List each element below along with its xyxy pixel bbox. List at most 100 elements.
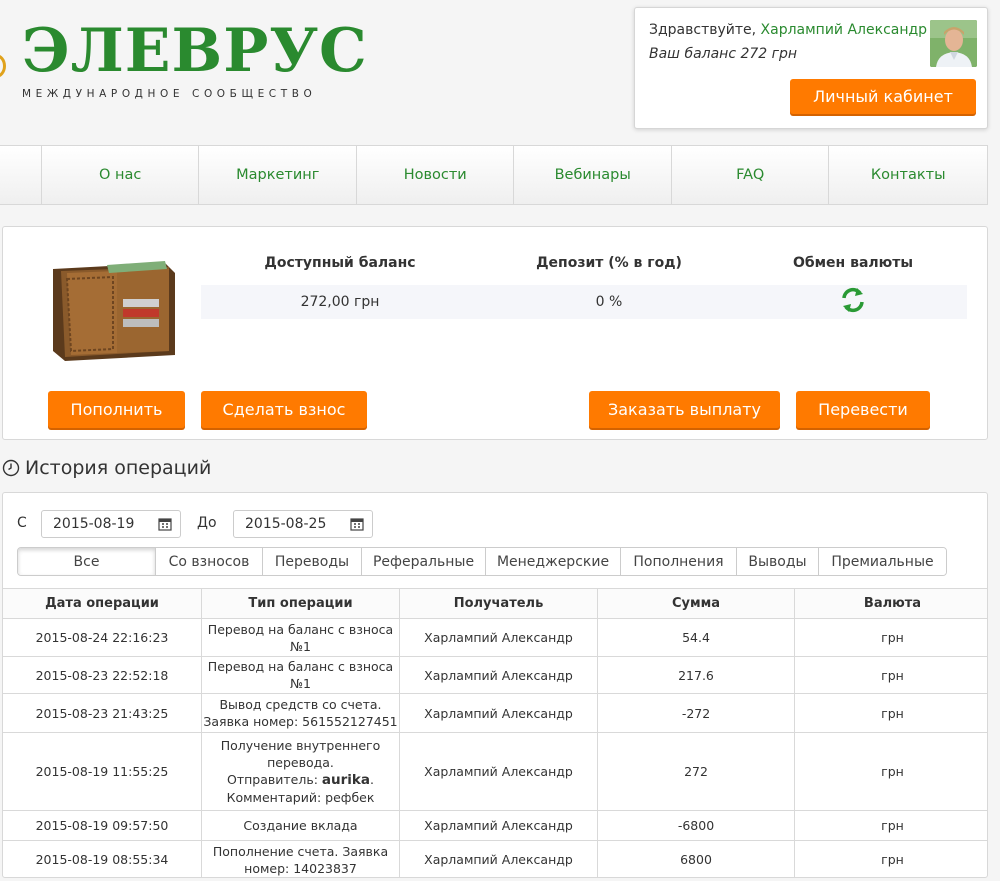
transfer-button[interactable]: Перевести: [796, 391, 930, 428]
tab-withdrawals[interactable]: Выводы: [737, 548, 819, 575]
exchange-label: Обмен валюты: [792, 255, 914, 271]
personal-cabinet-button[interactable]: Личный кабинет: [790, 79, 976, 114]
cell-recipient: Харлампий Александр: [399, 618, 598, 657]
tab-premium[interactable]: Премиальные: [819, 548, 946, 575]
currency-exchange-icon[interactable]: [839, 286, 867, 314]
deposit-label: Депозит (% в год): [536, 255, 682, 271]
cell-recipient: Харлампий Александр: [399, 693, 598, 733]
avatar[interactable]: [930, 20, 977, 67]
logo-emblem-icon: [0, 54, 6, 78]
type-line: .: [370, 772, 374, 787]
from-date-value: 2015-08-19: [53, 516, 135, 532]
col-header-amount[interactable]: Сумма: [597, 588, 795, 619]
greeting-text: Здравствуйте,: [649, 22, 757, 38]
tab-transfers[interactable]: Переводы: [263, 548, 362, 575]
user-name-link[interactable]: Харлампий Александр: [761, 22, 928, 38]
cell-currency: грн: [794, 656, 987, 694]
cell-type: Перевод на баланс с взноса №1: [201, 656, 400, 694]
available-balance-label: Доступный баланс: [264, 255, 416, 271]
balance-summary: Доступный баланс Депозит (% в год) Обмен…: [201, 255, 967, 319]
type-line: перевода.: [267, 755, 334, 770]
cell-currency: грн: [794, 840, 987, 877]
nav-item-news[interactable]: Новости: [357, 146, 515, 204]
cell-amount: 6800: [597, 840, 795, 877]
cell-currency: грн: [794, 810, 987, 841]
tab-contributions[interactable]: Со взносов: [156, 548, 263, 575]
cell-date: 2015-08-23 22:52:18: [3, 656, 202, 694]
type-line: Перевод на баланс с взноса: [207, 621, 394, 637]
nav-item-marketing[interactable]: Маркетинг: [199, 146, 357, 204]
tab-topups[interactable]: Пополнения: [621, 548, 737, 575]
topup-button[interactable]: Пополнить: [48, 391, 185, 428]
tab-all[interactable]: Все: [18, 548, 156, 575]
type-line: Отправитель:: [227, 772, 322, 787]
to-date-input[interactable]: 2015-08-25: [233, 510, 373, 538]
available-balance-value: 272,00 грн: [300, 294, 380, 310]
cell-date: 2015-08-19 11:55:25: [3, 732, 202, 811]
cell-currency: грн: [794, 732, 987, 811]
cell-amount: -272: [597, 693, 795, 733]
table-row: 2015-08-23 22:52:18 Перевод на баланс с …: [3, 656, 987, 694]
clock-icon: [2, 459, 20, 477]
calendar-icon[interactable]: [158, 517, 172, 531]
nav-item-webinars[interactable]: Вебинары: [514, 146, 672, 204]
make-contribution-button[interactable]: Сделать взнос: [201, 391, 367, 428]
type-line: Вывод средств со счета.: [219, 697, 382, 712]
cell-amount: 272: [597, 732, 795, 811]
col-header-type[interactable]: Тип операции: [201, 588, 400, 619]
cell-amount: -6800: [597, 810, 795, 841]
order-payout-button[interactable]: Заказать выплату: [589, 391, 780, 428]
wallet-panel: Доступный баланс Депозит (% в год) Обмен…: [2, 226, 988, 440]
to-date-value: 2015-08-25: [245, 516, 327, 532]
from-date-input[interactable]: 2015-08-19: [41, 510, 181, 538]
site-logo[interactable]: ЭЛЕВРУС МЕЖДУНАРОДНОЕ СООБЩЕСТВО: [0, 16, 380, 118]
tab-referral[interactable]: Реферальные: [362, 548, 486, 575]
nav-item-faq[interactable]: FAQ: [672, 146, 830, 204]
cell-type: Пополнение счета. Заявка номер: 14023837: [201, 840, 400, 877]
col-header-date[interactable]: Дата операции: [3, 588, 202, 619]
cell-type: Получение внутреннего перевода. Отправител…: [201, 732, 400, 811]
exchange-cell: [739, 286, 967, 318]
tab-manager[interactable]: Менеджерские: [486, 548, 621, 575]
cell-type: Создание вклада: [201, 810, 400, 841]
col-header-currency[interactable]: Валюта: [794, 588, 987, 619]
nav-item-contacts[interactable]: Контакты: [829, 146, 987, 204]
operation-filter-tabs: Все Со взносов Переводы Реферальные Мене…: [17, 547, 947, 576]
from-label: С: [17, 515, 27, 531]
type-line: номер: 14023837: [244, 860, 357, 876]
sender-link[interactable]: aurika: [322, 772, 370, 788]
table-row: 2015-08-19 09:57:50 Создание вклада Харл…: [3, 810, 987, 841]
cell-currency: грн: [794, 618, 987, 657]
cell-recipient: Харлампий Александр: [399, 732, 598, 811]
col-header-recipient[interactable]: Получатель: [399, 588, 598, 619]
operations-table: Дата операции Тип операции Получатель Су…: [3, 588, 987, 877]
cell-date: 2015-08-19 09:57:50: [3, 810, 202, 841]
cell-recipient: Харлампий Александр: [399, 840, 598, 877]
avatar-photo-icon: [930, 20, 977, 67]
main-nav: О нас Маркетинг Новости Вебинары FAQ Кон…: [0, 145, 988, 205]
cell-recipient: Харлампий Александр: [399, 810, 598, 841]
table-row: 2015-08-19 11:55:25 Получение внутреннег…: [3, 732, 987, 811]
table-row: 2015-08-23 21:43:25 Вывод средств со сче…: [3, 693, 987, 733]
logo-title: ЭЛЕВРУС: [22, 16, 368, 86]
calendar-icon[interactable]: [350, 517, 364, 531]
type-line: Комментарий: рефбек: [226, 790, 375, 805]
cell-date: 2015-08-23 21:43:25: [3, 693, 202, 733]
cell-recipient: Харлампий Александр: [399, 656, 598, 694]
type-line: Создание вклада: [243, 818, 358, 833]
cell-amount: 54.4: [597, 618, 795, 657]
type-line: Пополнение счета. Заявка: [212, 843, 389, 859]
to-label: До: [197, 515, 217, 531]
greeting: Здравствуйте, Харлампий Александр: [649, 22, 927, 38]
history-heading: История операций: [2, 457, 211, 479]
cell-type: Вывод средств со счета. Заявка номер: 561…: [201, 693, 400, 733]
type-line: Получение внутреннего: [220, 738, 381, 753]
cell-currency: грн: [794, 693, 987, 733]
cell-type: Перевод на баланс с взноса №1: [201, 618, 400, 657]
nav-item-about[interactable]: О нас: [42, 146, 200, 204]
nav-spacer: [0, 146, 42, 204]
history-title: История операций: [25, 457, 212, 479]
cell-amount: 217.6: [597, 656, 795, 694]
cell-date: 2015-08-24 22:16:23: [3, 618, 202, 657]
table-row: 2015-08-24 22:16:23 Перевод на баланс с …: [3, 618, 987, 657]
